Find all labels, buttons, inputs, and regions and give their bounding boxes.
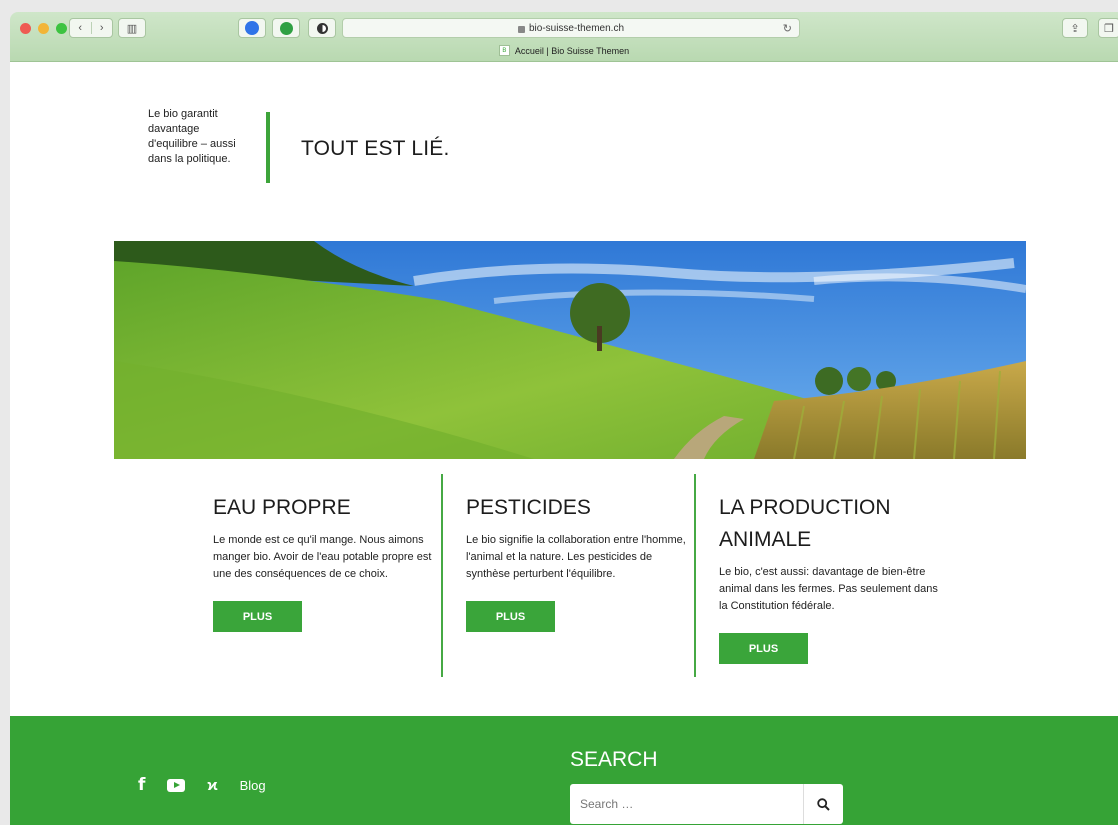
- adblock-icon: [245, 21, 259, 35]
- facebook-icon[interactable]: f: [138, 775, 145, 795]
- search-input[interactable]: [570, 784, 803, 824]
- tab-overview-button[interactable]: ❐: [1098, 18, 1118, 38]
- search-button[interactable]: [803, 784, 843, 824]
- plus-button[interactable]: PLUS: [466, 601, 555, 632]
- topic-text: Le bio, c'est aussi: davantage de bien-ê…: [719, 566, 938, 612]
- topic-text: Le bio signifie la collaboration entre l…: [466, 534, 686, 580]
- lock-icon: [517, 25, 525, 33]
- zoom-window-button[interactable]: [56, 23, 67, 34]
- blog-link[interactable]: Blog: [240, 778, 266, 793]
- minimize-window-button[interactable]: [38, 23, 49, 34]
- share-button[interactable]: ⇪: [1062, 18, 1088, 38]
- site-footer: f ϰ Blog SEARCH: [10, 716, 1118, 825]
- plus-button[interactable]: PLUS: [719, 633, 808, 664]
- evernote-extension-button[interactable]: [272, 18, 300, 38]
- dark-mode-extension-button[interactable]: [308, 18, 336, 38]
- share-icon: ⇪: [1070, 22, 1080, 35]
- history-nav: ‹ ›: [69, 18, 113, 38]
- adblock-extension-button[interactable]: [238, 18, 266, 38]
- active-tab[interactable]: B Accueil | Bio Suisse Themen: [10, 45, 1118, 56]
- topic-card-production-animale: LA PRODUCTION ANIMALE Le bio, c'est auss…: [719, 492, 939, 664]
- contrast-icon: [316, 22, 328, 34]
- search-form: [570, 784, 843, 824]
- window-controls: [20, 23, 67, 34]
- header-accent-bar: [266, 112, 270, 183]
- social-links: f ϰ Blog: [138, 775, 266, 795]
- topic-title: EAU PROPRE: [213, 496, 351, 519]
- address-bar[interactable]: bio-suisse-themen.ch ↻: [342, 18, 800, 38]
- hero-landscape-illustration: [114, 241, 1026, 459]
- back-icon[interactable]: ‹: [70, 22, 92, 34]
- topic-card-eau-propre: EAU PROPRE Le monde est ce qu'il mange. …: [213, 492, 433, 632]
- youtube-icon[interactable]: [167, 778, 186, 792]
- sidebar-icon: ▥: [126, 22, 138, 35]
- topic-text: Le monde est ce qu'il mange. Nous aimons…: [213, 534, 432, 580]
- site-favicon-icon: B: [498, 45, 510, 56]
- topic-card-pesticides: PESTICIDES Le bio signifie la collaborat…: [466, 492, 686, 632]
- sidebar-toggle-button[interactable]: ▥: [118, 18, 146, 38]
- column-divider: [441, 474, 443, 677]
- xing-icon[interactable]: ϰ: [207, 777, 217, 794]
- tabs-icon: ❐: [1104, 22, 1114, 35]
- tab-title: Accueil | Bio Suisse Themen: [514, 45, 630, 56]
- hero-landscape-image: [114, 241, 1026, 459]
- site-tagline: Le bio garantit davantage d'equilibre – …: [148, 108, 236, 165]
- web-page: Le bio garantit davantage d'equilibre – …: [10, 62, 1118, 825]
- search-icon: [817, 797, 830, 811]
- reload-icon[interactable]: ↻: [783, 22, 792, 35]
- page-title: TOUT EST LIÉ.: [301, 137, 450, 160]
- topic-title: PESTICIDES: [466, 496, 591, 519]
- topic-title: LA PRODUCTION ANIMALE: [719, 496, 891, 551]
- search-heading: SEARCH: [570, 748, 658, 771]
- close-window-button[interactable]: [20, 23, 31, 34]
- column-divider: [694, 474, 696, 677]
- plus-button[interactable]: PLUS: [213, 601, 302, 632]
- evernote-icon: [279, 21, 293, 35]
- forward-icon[interactable]: ›: [92, 22, 113, 34]
- url-text: bio-suisse-themen.ch: [528, 22, 625, 34]
- browser-toolbar: ‹ › ▥ bio-suisse-themen.ch ↻ ⇪ ❐ B Accue…: [10, 12, 1118, 62]
